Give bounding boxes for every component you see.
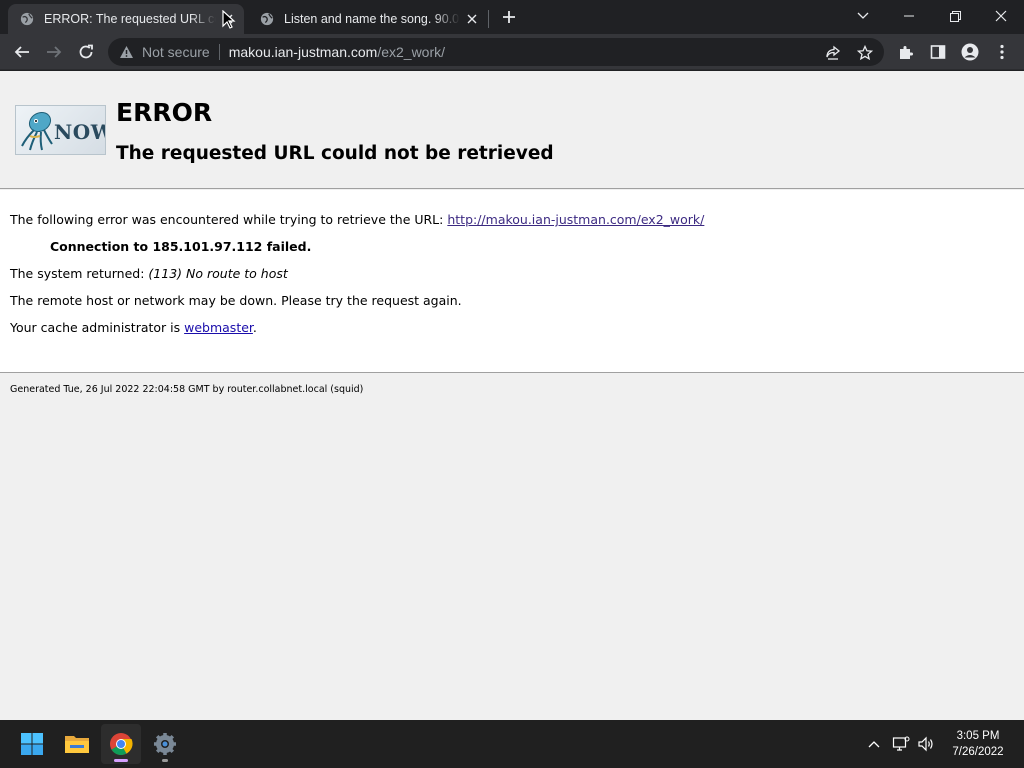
network-button[interactable]: [891, 732, 911, 756]
plus-icon: [503, 11, 515, 23]
reload-icon: [79, 44, 93, 59]
close-icon: [995, 10, 1007, 22]
close-window-button[interactable]: [978, 0, 1024, 32]
volume-button[interactable]: [916, 732, 936, 756]
cache-admin-label: Your cache administrator is: [10, 320, 185, 335]
cache-admin-suffix: .: [252, 320, 257, 335]
chrome-taskbar-button[interactable]: [101, 724, 141, 764]
file-explorer-button[interactable]: [57, 724, 97, 764]
restore-icon: [949, 10, 961, 22]
new-tab-button[interactable]: [499, 7, 519, 27]
chrome-icon: [110, 733, 133, 755]
minimize-button[interactable]: [886, 0, 932, 32]
chevron-up-icon: [868, 741, 880, 748]
tab-separator: [488, 10, 489, 28]
squid-logo: NOW: [15, 105, 106, 155]
settings-icon: [154, 733, 176, 755]
page-subtitle: The requested URL could not be retrieved: [116, 143, 554, 164]
system-returned-value: (113) No route to host: [148, 266, 288, 281]
reload-button[interactable]: [74, 40, 98, 64]
page-title: ERROR: [116, 98, 213, 127]
url-host[interactable]: makou.ian-justman.com: [229, 44, 378, 60]
chevron-down-icon: [857, 12, 869, 19]
url-path[interactable]: /ex2_work/: [377, 44, 445, 60]
kebab-menu-icon: [1000, 44, 1004, 60]
running-indicator: [162, 759, 168, 762]
globe-icon: [20, 12, 34, 26]
remote-down-paragraph: The remote host or network may be down. …: [10, 293, 462, 308]
forward-button[interactable]: [42, 40, 66, 64]
webmaster-link[interactable]: webmaster: [184, 320, 253, 335]
bookmark-star-icon[interactable]: [856, 44, 874, 62]
tab-title: ERROR: The requested URL could not be re…: [44, 12, 216, 26]
side-panel-button[interactable]: [926, 40, 950, 64]
browser-menu-button[interactable]: [990, 40, 1014, 64]
profile-button[interactable]: [958, 40, 982, 64]
system-returned-label: The system returned:: [10, 266, 149, 281]
address-bar[interactable]: Not secure makou.ian-justman.com/ex2_wor…: [108, 38, 884, 66]
intro-paragraph: The following error was encountered whil…: [10, 212, 704, 227]
side-panel-icon: [930, 45, 946, 59]
mouse-cursor-icon: [222, 10, 236, 29]
page-content: NOW ERROR The requested URL could not be…: [0, 71, 1024, 720]
omnibox-divider: [218, 44, 220, 60]
extensions-button[interactable]: [894, 40, 918, 64]
intro-text: The following error was encountered whil…: [10, 212, 448, 227]
running-indicator: [114, 759, 128, 762]
start-button[interactable]: [12, 724, 52, 764]
windows-start-icon: [21, 733, 43, 755]
clock-time: 3:05 PM: [956, 730, 1000, 742]
puzzle-icon: [900, 46, 913, 59]
minimize-icon: [904, 15, 914, 17]
tab-search-button[interactable]: [840, 0, 886, 32]
logo-text: NOW: [54, 120, 105, 144]
error-header: NOW ERROR The requested URL could not be…: [0, 71, 1024, 189]
clock-date: 7/26/2022: [952, 746, 1004, 758]
taskbar: 3:05 PM 7/26/2022: [0, 720, 1024, 768]
arrow-right-icon: [47, 46, 62, 58]
tab-title: Listen and name the song. 90.000: [284, 12, 460, 26]
error-body: The following error was encountered whil…: [0, 190, 1024, 373]
generated-footer: Generated Tue, 26 Jul 2022 22:04:58 GMT …: [10, 384, 364, 395]
warning-icon[interactable]: [118, 44, 134, 60]
restore-button[interactable]: [932, 0, 978, 32]
clock[interactable]: 3:05 PM 7/26/2022: [940, 728, 1016, 760]
browser-toolbar: Not secure makou.ian-justman.com/ex2_wor…: [0, 34, 1024, 70]
tab-strip: ERROR: The requested URL could not be re…: [0, 0, 1024, 34]
tab-song[interactable]: Listen and name the song. 90.000: [248, 4, 488, 34]
tab-error-page[interactable]: ERROR: The requested URL could not be re…: [8, 4, 244, 34]
arrow-left-icon: [14, 46, 29, 58]
folder-icon: [65, 736, 89, 753]
show-hidden-icons-button[interactable]: [864, 732, 884, 756]
settings-taskbar-button[interactable]: [145, 724, 185, 764]
network-icon: [892, 736, 910, 751]
globe-icon: [260, 12, 274, 26]
share-icon[interactable]: [824, 44, 842, 62]
back-button[interactable]: [10, 40, 34, 64]
close-tab-icon[interactable]: [464, 11, 480, 27]
error-detail: Connection to 185.101.97.112 failed.: [50, 239, 312, 254]
volume-icon: [918, 736, 933, 752]
requested-url-link[interactable]: http://makou.ian-justman.com/ex2_work/: [447, 212, 704, 227]
system-returned-paragraph: The system returned: (113) No route to h…: [10, 266, 288, 281]
cache-admin-paragraph: Your cache administrator is webmaster.: [10, 320, 257, 335]
avatar-icon: [961, 43, 979, 61]
security-status-label[interactable]: Not secure: [142, 44, 210, 60]
